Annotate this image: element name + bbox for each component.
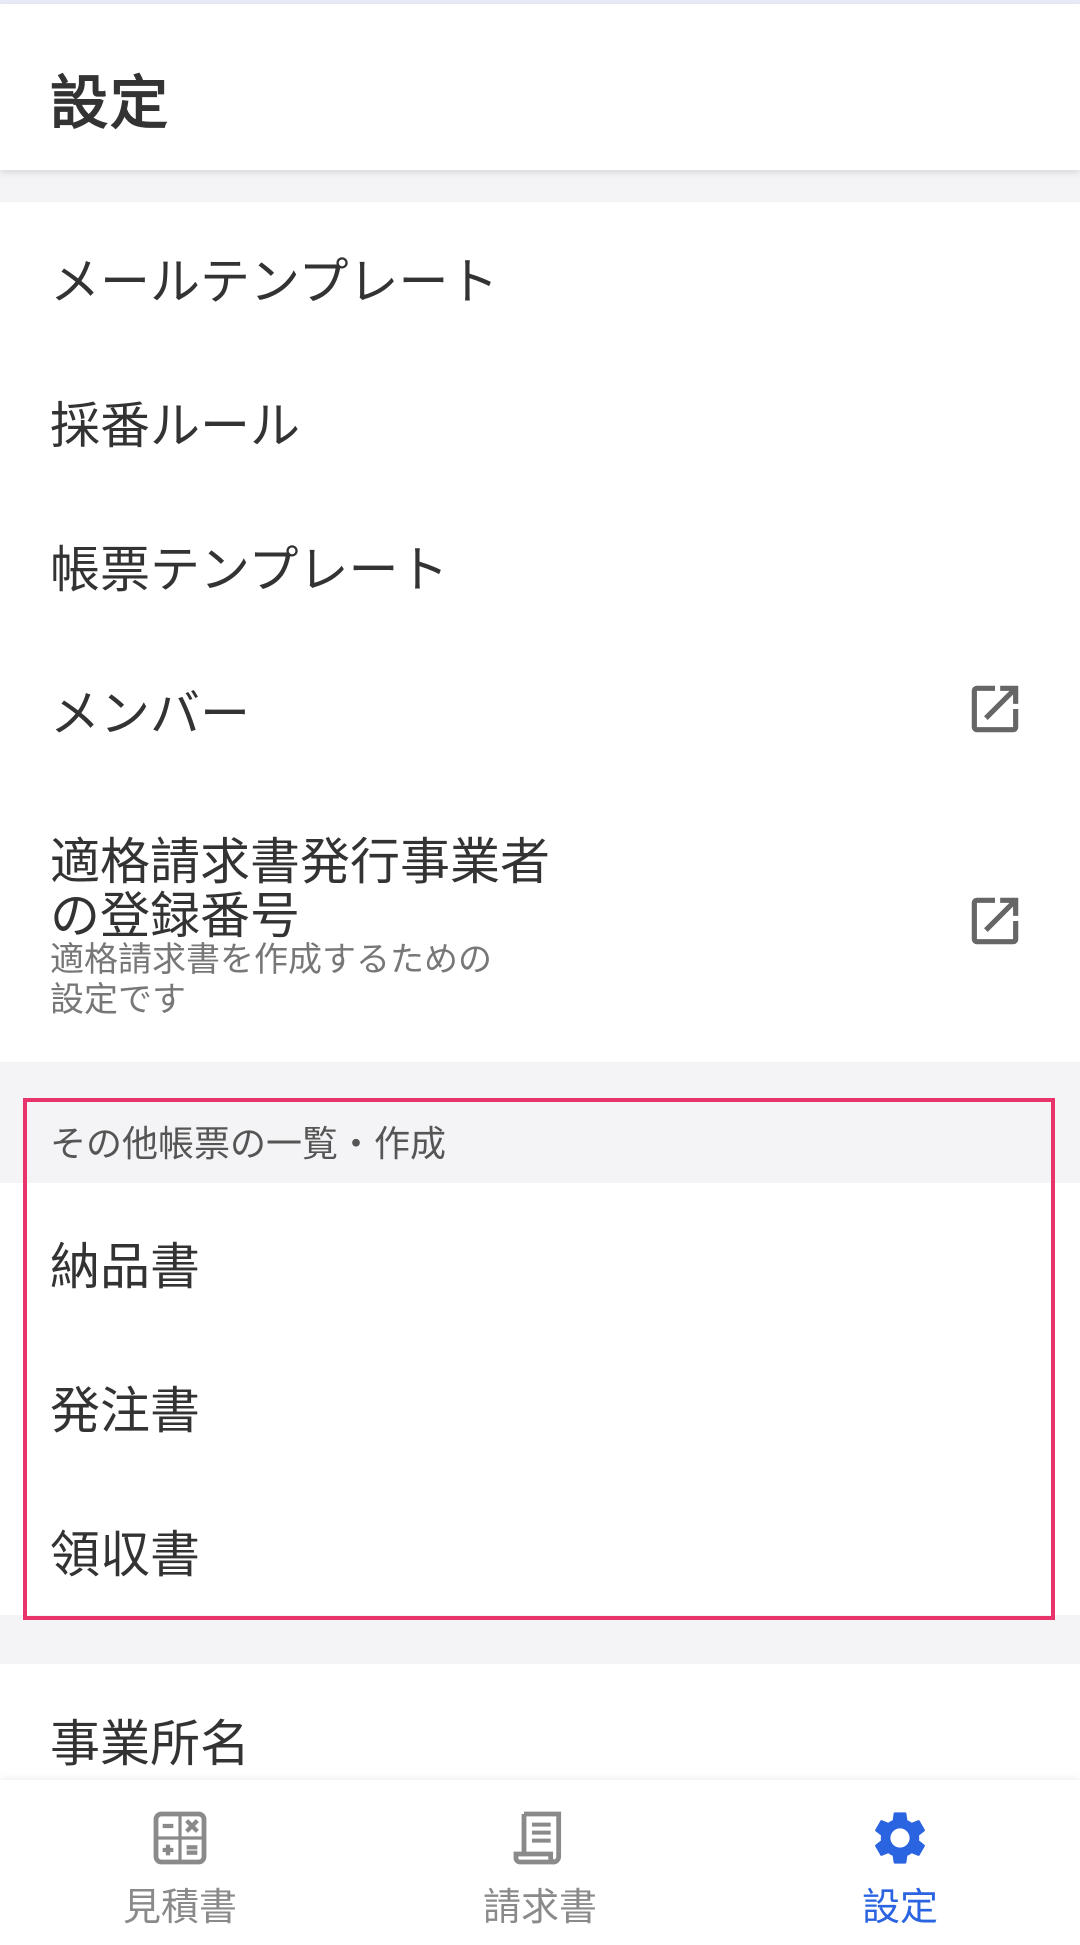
nav-label: 設定 xyxy=(861,1885,938,1929)
external-link-icon xyxy=(964,890,1026,952)
settings-item-members[interactable]: メンバー xyxy=(0,634,1080,778)
other-document-delivery-note[interactable]: 納品書 xyxy=(0,1183,1080,1327)
settings-item-invoice-registration[interactable]: 適格請求書発行事業者 の登録番号 適格請求書を作成するための 設定です xyxy=(0,778,1080,1062)
gear-icon xyxy=(868,1806,932,1870)
settings-item-document-template[interactable]: 帳票テンプレート xyxy=(0,490,1080,634)
list-item-label: 納品書 xyxy=(50,1238,200,1296)
settings-item-description-line2: 設定です xyxy=(50,980,186,1020)
settings-item-label: メールテンプレート xyxy=(50,253,499,311)
nav-item-settings[interactable]: 設定 xyxy=(720,1780,1080,1945)
list-item-label: 発注書 xyxy=(50,1382,200,1440)
nav-label: 請求書 xyxy=(482,1885,597,1929)
group-header-label: その他帳票の一覧・作成 xyxy=(50,1124,447,1165)
other-document-purchase-order[interactable]: 発注書 xyxy=(0,1327,1080,1471)
settings-item-label: 帳票テンプレート xyxy=(50,541,449,599)
settings-item-description-line1: 適格請求書を作成するための xyxy=(50,940,492,980)
settings-item-label: メンバー xyxy=(50,685,250,743)
nav-item-invoices[interactable]: 請求書 xyxy=(360,1780,720,1945)
external-link-icon xyxy=(964,678,1026,740)
page-title: 設定 xyxy=(50,69,171,137)
settings-item-mail-template[interactable]: メールテンプレート xyxy=(0,202,1080,346)
calculator-icon xyxy=(148,1806,212,1870)
nav-item-estimates[interactable]: 見積書 xyxy=(0,1780,360,1945)
nav-label: 見積書 xyxy=(122,1885,237,1929)
bottom-navigation: 見積書 請求書 設定 xyxy=(0,1780,1080,1945)
settings-item-label: 事業所名 xyxy=(50,1715,250,1773)
settings-item-label: 採番ルール xyxy=(50,397,300,455)
receipt-icon xyxy=(508,1806,572,1870)
other-documents-group-header: その他帳票の一覧・作成 xyxy=(0,1063,1080,1183)
other-document-receipt[interactable]: 領収書 xyxy=(0,1471,1080,1615)
settings-item-label-line2: の登録番号 xyxy=(50,887,300,945)
app-header: 設定 xyxy=(0,4,1080,170)
settings-item-numbering-rule[interactable]: 採番ルール xyxy=(0,346,1080,490)
list-item-label: 領収書 xyxy=(50,1526,200,1584)
